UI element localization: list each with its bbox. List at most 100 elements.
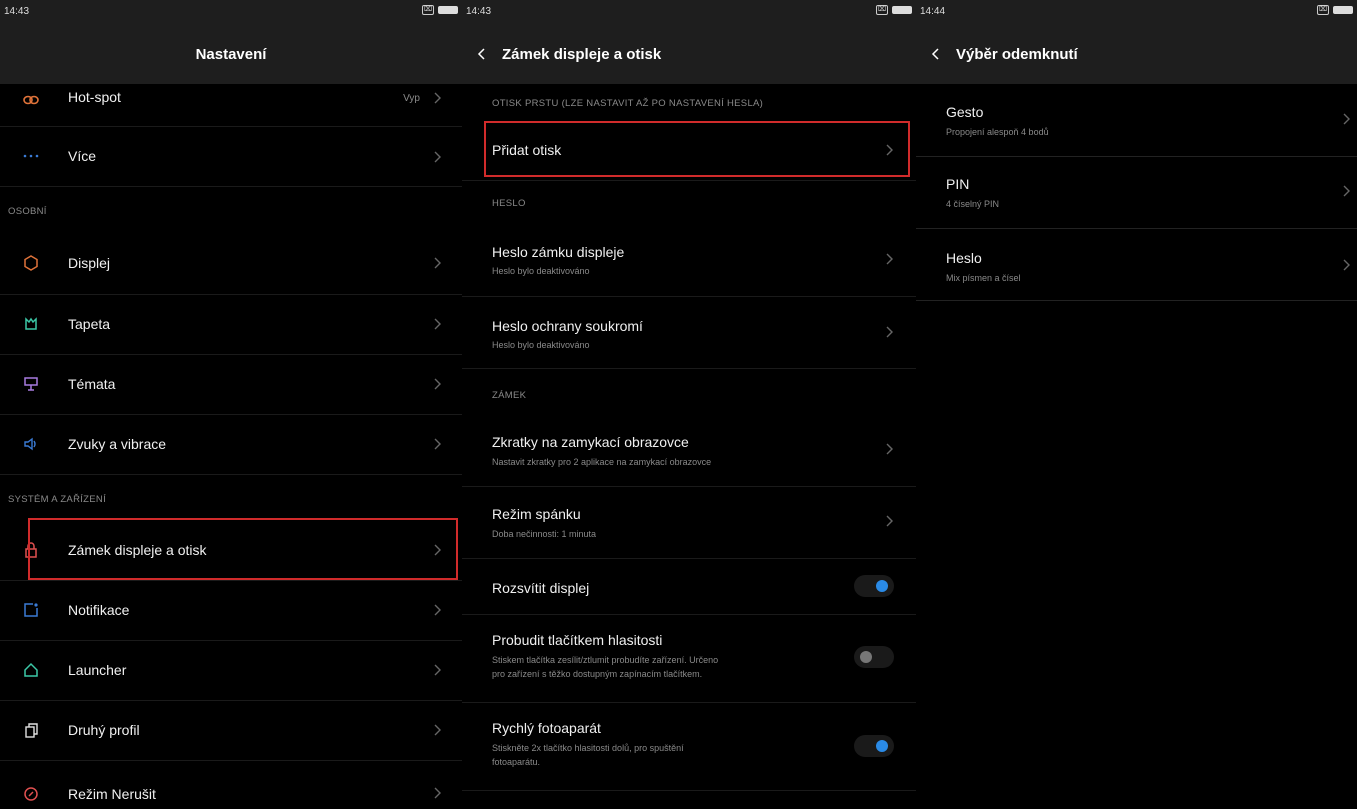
sound-icon [22,435,40,453]
chevron-right-icon [886,515,893,527]
screen-lock-header: Zámek displeje a otisk [462,24,916,84]
toggle-knob [876,740,888,752]
sim-icon: ⌧ [1317,5,1329,15]
item-label: Režim spánku [492,506,581,522]
back-button[interactable] [462,47,502,61]
back-arrow-icon [477,48,485,60]
settings-item-label: Tapeta [68,316,111,332]
item-subtitle: Heslo bylo deaktivováno [492,266,590,276]
chevron-right-icon [886,326,893,338]
volume-wake-toggle[interactable] [854,646,894,668]
sim-icon: ⌧ [422,5,434,15]
settings-item-label: Druhý profil [68,722,140,738]
settings-item-wallpaper[interactable]: Tapeta [0,294,462,355]
section-header-lock: ZÁMEK [492,390,527,401]
page-title: Výběr odemknutí [956,45,1078,63]
chevron-right-icon [1343,259,1350,271]
settings-item-label: Režim Nerušit [68,786,156,802]
chevron-right-icon [1343,185,1350,197]
do-not-disturb-icon [22,785,40,803]
lockscreen-shortcuts-item[interactable]: Zkratky na zamykací obrazovce Nastavit z… [462,414,916,487]
chevron-right-icon [434,604,441,616]
hotspot-icon [22,91,40,109]
unlock-option-password[interactable]: Heslo Mix písmen a čísel [916,228,1357,301]
chevron-right-icon [434,378,441,390]
settings-item-dnd[interactable]: Režim Nerušit [0,760,462,809]
page-title: Nastavení [195,45,267,63]
item-subtitle: Nastavit zkratky pro 2 aplikace na zamyk… [492,457,712,467]
settings-header: Nastavení [0,24,462,84]
quick-camera-toggle[interactable] [854,735,894,757]
item-subtitle: Doba nečinnosti: 1 minuta [492,529,597,539]
chevron-right-icon [1343,113,1350,125]
chevron-right-icon [434,92,441,104]
settings-item-notifications[interactable]: Notifikace [0,580,462,641]
status-time: 14:44 [920,6,946,17]
notification-icon [22,601,40,619]
item-label: Rychlý fotoaparát [492,720,601,736]
section-header-fingerprint: OTISK PRSTU (LZE NASTAVIT AŽ PO NASTAVEN… [492,98,764,109]
back-button[interactable] [916,47,956,61]
settings-item-hotspot[interactable]: Hot-spot Vyp [0,84,462,127]
battery-icon [1333,6,1353,14]
unlock-option-pin[interactable]: PIN 4 číselný PIN [916,156,1357,229]
section-header-password: HESLO [492,198,526,209]
toggle-knob [876,580,888,592]
section-header-personal: OSOBNÍ [8,206,47,217]
privacy-password-item[interactable]: Heslo ochrany soukromí Heslo bylo deakti… [462,296,916,369]
screen-lock-panel: 14:43 ⌧ Zámek displeje a otisk OTISK PRS… [462,0,916,809]
screen-lock-password-item[interactable]: Heslo zámku displeje Heslo bylo deaktivo… [462,222,916,297]
item-subtitle-line2: pro zařízení s těžko dostupným zapínacím… [492,669,703,679]
settings-item-more[interactable]: Více [0,126,462,187]
quick-camera-item: Rychlý fotoaparát Stiskněte 2x tlačítko … [462,702,916,791]
highlight-box-lock [28,518,458,580]
sleep-mode-item[interactable]: Režim spánku Doba nečinnosti: 1 minuta [462,486,916,559]
settings-item-label: Hot-spot [68,89,121,105]
themes-icon [22,375,40,393]
chevron-right-icon [434,787,441,799]
battery-icon [438,6,458,14]
item-label: Zkratky na zamykací obrazovce [492,434,689,450]
status-bar: 14:44 ⌧ [916,0,1357,24]
item-label: Heslo ochrany soukromí [492,318,643,334]
unlock-option-gesture[interactable]: Gesto Propojení alespoň 4 bodů [916,84,1357,157]
settings-item-label: Notifikace [68,602,130,618]
toggle-knob [860,651,872,663]
settings-item-launcher[interactable]: Launcher [0,640,462,701]
highlight-box-fingerprint [484,121,910,177]
item-label: Gesto [946,104,984,120]
chevron-right-icon [434,724,441,736]
back-arrow-icon [931,48,939,60]
item-subtitle-line1: Stiskněte 2x tlačítko hlasitosti dolů, p… [492,743,684,753]
status-time: 14:43 [4,6,30,17]
sim-icon: ⌧ [876,5,888,15]
settings-item-sound[interactable]: Zvuky a vibrace [0,414,462,475]
settings-item-label: Displej [68,255,111,271]
settings-item-label: Launcher [68,662,127,678]
more-dots-icon [22,147,40,165]
chevron-right-icon [434,664,441,676]
item-subtitle: 4 číselný PIN [946,199,1000,209]
chevron-right-icon [434,257,441,269]
item-label: Probudit tlačítkem hlasitosti [492,632,663,648]
chevron-right-icon [434,151,441,163]
settings-item-second-profile[interactable]: Druhý profil [0,700,462,761]
wake-display-toggle[interactable] [854,575,894,597]
wallpaper-icon [22,315,40,333]
settings-panel: 14:43 ⌧ Nastavení Hot-spot Vyp Více OSOB… [0,0,462,809]
second-profile-icon [22,721,40,739]
status-time: 14:43 [466,6,492,17]
item-label: Heslo zámku displeje [492,244,625,260]
hotspot-value: Vyp [403,93,420,104]
settings-item-themes[interactable]: Témata [0,354,462,415]
item-subtitle-line2: fotoaparátu. [492,757,541,767]
page-title: Zámek displeje a otisk [502,45,662,63]
wake-display-item: Rozsvítit displej [462,558,916,615]
section-header-system: SYSTÉM A ZAŘÍZENÍ [8,494,107,505]
item-label: Rozsvítit displej [492,580,590,596]
item-subtitle: Heslo bylo deaktivováno [492,340,590,350]
settings-item-label: Témata [68,376,116,392]
chevron-right-icon [886,443,893,455]
item-subtitle-line1: Stiskem tlačítka zesílit/ztlumit probudí… [492,655,719,665]
settings-item-display[interactable]: Displej [0,232,462,295]
